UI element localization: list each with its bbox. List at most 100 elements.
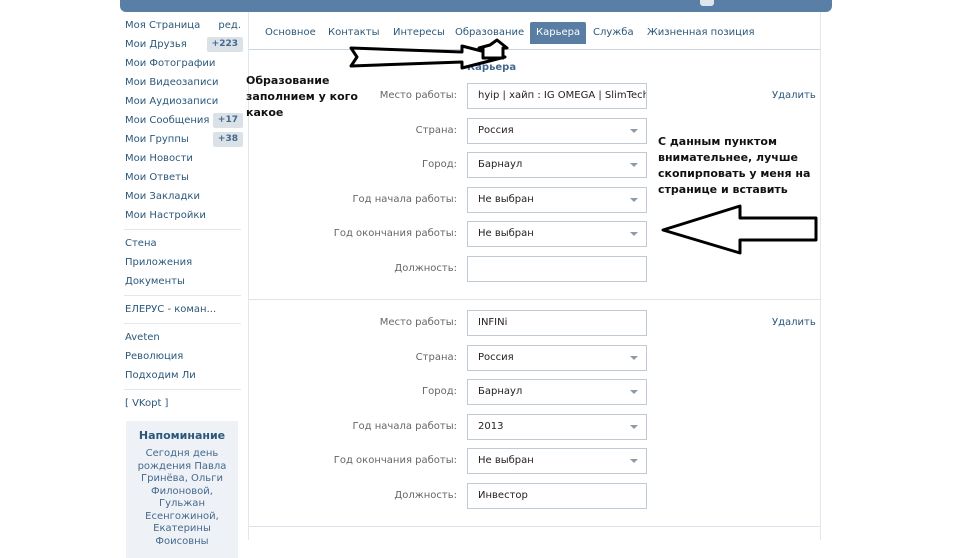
job-divider: [249, 526, 820, 527]
tab-life-position[interactable]: Жизненная позиция: [647, 27, 754, 38]
sidebar-item-friends[interactable]: Мои Друзья +223: [120, 35, 245, 54]
end-year-select-value: Не выбран: [478, 228, 534, 239]
annotation-career-note: С данным пунктом внимательнее, лучше ско…: [658, 135, 811, 196]
start-year-label: Год начала работы:: [352, 421, 457, 432]
tab-education[interactable]: Образование: [455, 27, 524, 38]
annotation-education-note: Образование заполнием у кого какое: [246, 74, 358, 119]
sidebar-item-videos[interactable]: Мои Видеозаписи: [120, 73, 245, 92]
start-year-select-value: Не выбран: [478, 194, 534, 205]
delete-job-link[interactable]: Удалить: [772, 90, 816, 101]
left-sidebar: Моя Страница ред. Мои Друзья +223 Мои Фото…: [120, 16, 245, 558]
chevron-down-icon: [630, 232, 638, 236]
section-title: Карьера: [467, 62, 517, 73]
chevron-down-icon: [630, 198, 638, 202]
sidebar-divider: [124, 323, 241, 324]
end-year-select-value: Не выбран: [478, 455, 534, 466]
sidebar-item-label: [ VKopt ]: [125, 398, 169, 409]
chevron-down-icon: [630, 163, 638, 167]
sidebar-item-audio[interactable]: Мои Аудиозаписи: [120, 92, 245, 111]
sidebar-item-label: Aveten: [125, 332, 160, 343]
sidebar-item-answers[interactable]: Мои Ответы: [120, 168, 245, 187]
sidebar-item-group-link[interactable]: ЕЛЕРУС - коман...: [120, 300, 245, 319]
sidebar-item-groups[interactable]: Мои Группы +38: [120, 130, 245, 149]
sidebar-item-label: Приложения: [125, 257, 193, 268]
sidebar-item-revolution[interactable]: Революция: [120, 347, 245, 366]
delete-job-link[interactable]: Удалить: [772, 317, 816, 328]
country-select-value: Россия: [478, 125, 514, 136]
top-header-bar: [120, 0, 832, 12]
city-select[interactable]: Барнаул: [467, 152, 647, 178]
sidebar-item-news[interactable]: Мои Новости: [120, 149, 245, 168]
city-select-value: Барнаул: [478, 159, 523, 170]
sidebar-item-label: Революция: [125, 351, 184, 362]
sidebar-item-label: Мои Закладки: [125, 191, 200, 202]
tab-interests[interactable]: Интересы: [393, 27, 445, 38]
sidebar-item-label: Стена: [125, 238, 157, 249]
start-year-select[interactable]: 2013: [467, 414, 647, 440]
country-label: Страна:: [415, 125, 457, 136]
sidebar-item-vkopt[interactable]: [ VKopt ]: [120, 394, 245, 413]
reminder-title: Напоминание: [138, 429, 226, 442]
chevron-down-icon: [630, 129, 638, 133]
sidebar-item-label: Моя Страница: [125, 20, 201, 31]
sidebar-item-photos[interactable]: Мои Фотографии: [120, 54, 245, 73]
position-label: Должность:: [394, 263, 457, 274]
tab-military[interactable]: Служба: [593, 27, 634, 38]
country-select[interactable]: Россия: [467, 345, 647, 371]
end-year-select[interactable]: Не выбран: [467, 448, 647, 474]
sidebar-item-messages[interactable]: Мои Сообщения +17: [120, 111, 245, 130]
end-year-label: Год окончания работы:: [333, 228, 457, 239]
sidebar-item-label: Мои Видеозаписи: [125, 77, 219, 88]
position-field[interactable]: Инвестор: [467, 483, 647, 509]
chevron-down-icon: [630, 390, 638, 394]
edit-link[interactable]: ред.: [218, 16, 241, 35]
chevron-down-icon: [630, 425, 638, 429]
start-year-select-value: 2013: [478, 421, 504, 432]
sidebar-item-bookmarks[interactable]: Мои Закладки: [120, 187, 245, 206]
start-year-label: Год начала работы:: [352, 194, 457, 205]
sidebar-item-label: Мои Фотографии: [125, 58, 216, 69]
sidebar-item-podhodim[interactable]: Подходим Ли: [120, 366, 245, 385]
start-year-select[interactable]: Не выбран: [467, 187, 647, 213]
reminder-text: Сегодня день рождения Павла Гринёва, Оль…: [137, 448, 227, 547]
sidebar-item-label: Документы: [125, 276, 185, 287]
sidebar-divider: [124, 229, 241, 230]
end-year-select[interactable]: Не выбран: [467, 221, 647, 247]
sidebar-item-settings[interactable]: Мои Настройки: [120, 206, 245, 225]
sidebar-item-label: Мои Группы: [125, 134, 189, 145]
city-label: Город:: [422, 159, 457, 170]
sidebar-item-label: Мои Новости: [125, 153, 193, 164]
city-select[interactable]: Барнаул: [467, 379, 647, 405]
country-select-value: Россия: [478, 352, 514, 363]
sidebar-item-apps[interactable]: Приложения: [120, 253, 245, 272]
groups-count-badge: +38: [212, 132, 243, 147]
sidebar-item-label: Подходим Ли: [125, 370, 196, 381]
workplace-field[interactable]: INFINi: [467, 310, 647, 336]
sidebar-item-label: Мои Друзья: [125, 39, 187, 50]
sidebar-item-aveten[interactable]: Aveten: [120, 328, 245, 347]
position-field[interactable]: [467, 256, 647, 282]
job-divider: [249, 299, 820, 300]
sidebar-item-label: Мои Ответы: [125, 172, 189, 183]
city-label: Город:: [422, 386, 457, 397]
tab-contacts[interactable]: Контакты: [328, 27, 379, 38]
workplace-field[interactable]: hyip | хайп : IG OMEGA | SlimTech |...: [467, 83, 647, 109]
messages-count-badge: +17: [212, 113, 243, 128]
country-select[interactable]: Россия: [467, 118, 647, 144]
profile-tabs: Основное Контакты Интересы Образование К…: [249, 19, 820, 50]
chevron-down-icon: [630, 356, 638, 360]
city-select-value: Барнаул: [478, 386, 523, 397]
sidebar-item-my-page[interactable]: Моя Страница ред.: [120, 16, 245, 35]
friends-count-badge: +223: [206, 37, 243, 52]
country-label: Страна:: [415, 352, 457, 363]
sidebar-item-wall[interactable]: Стена: [120, 234, 245, 253]
sidebar-divider: [124, 389, 241, 390]
sidebar-item-label: Мои Сообщения: [125, 115, 210, 126]
sidebar-item-label: Мои Аудиозаписи: [125, 96, 219, 107]
tab-main[interactable]: Основное: [265, 27, 316, 38]
chevron-down-icon: [630, 459, 638, 463]
sidebar-divider: [124, 295, 241, 296]
workplace-label: Место работы:: [379, 317, 457, 328]
tab-career[interactable]: Карьера: [530, 22, 587, 44]
sidebar-item-documents[interactable]: Документы: [120, 272, 245, 291]
